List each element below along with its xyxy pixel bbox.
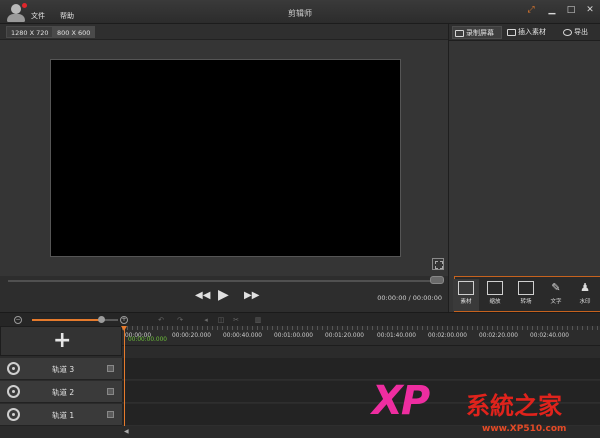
ruler-tick: 00:00:40.000 [223,333,262,339]
image-icon [507,29,516,36]
tab-record-screen[interactable]: 录制屏幕 [452,26,502,39]
undo-icon[interactable]: ↶ [157,316,165,324]
video-preview-screen [50,59,401,257]
lock-icon[interactable] [107,365,114,372]
progress-bar[interactable] [8,280,440,282]
split-icon[interactable]: ◂ [202,316,210,324]
film-reel-icon [7,385,20,398]
tool-transition[interactable]: 转场 [513,279,539,311]
transition-icon [518,281,534,295]
time-display: 00:00:00 / 00:00:00 [377,294,442,302]
ruler-tick: 00:01:40.000 [377,333,416,339]
track-header-3[interactable]: 轨道 3 [0,358,122,380]
zoom-slider-knob[interactable] [98,316,105,323]
maximize-button[interactable]: □ [564,4,578,16]
film-reel-icon [7,362,20,375]
delete-icon[interactable]: ▥ [254,316,262,324]
track-name: 轨道 2 [52,388,75,397]
zoom-frame-icon [487,281,503,295]
rewind-icon[interactable]: ◀◀ [195,290,210,301]
tool-text[interactable]: ✎ 文字 [543,279,569,311]
pen-icon: ✎ [551,281,561,294]
tab-insert-material[interactable]: 插入素材 [505,26,555,39]
ruler-tick: 00:01:00.000 [274,333,313,339]
tab-export[interactable]: 导出 [561,26,599,39]
camera-icon [455,30,464,37]
tool-watermark-label: 水印 [579,299,591,305]
cut-icon[interactable]: ✂ [232,316,240,324]
camera-icon [458,281,474,295]
right-tabs: 录制屏幕 插入素材 导出 [449,24,600,41]
ruler-tick: 00:01:20.000 [325,333,364,339]
ruler-tick: 00:00:20.000 [172,333,211,339]
gear-icon [563,29,572,36]
resolution-1280x720-button[interactable]: 1280 X 720 [6,26,54,38]
restore-icon[interactable]: ⤢ [524,4,538,16]
minimize-button[interactable]: ▁ [545,4,559,16]
play-icon[interactable]: ▶ [218,287,229,303]
playback-controls: ◀◀ ▶ ▶▶ 00:00:00 / 00:00:00 [0,276,448,312]
close-button[interactable]: ✕ [583,4,597,16]
fullscreen-icon[interactable] [432,258,444,270]
timeline-ruler[interactable]: 00:00:00 00:00:00.000 00:00:20.000 00:00… [122,326,600,346]
lock-icon[interactable] [107,388,114,395]
tool-zoom[interactable]: 缩放 [482,279,508,311]
ruler-tick: 00:02:40.000 [530,333,569,339]
tool-transition-label: 转场 [520,299,532,305]
tab-insert-label: 插入素材 [518,28,546,36]
playhead[interactable] [121,326,127,426]
resolution-bar: 1280 X 720 800 X 600 [0,24,448,40]
progress-handle[interactable] [430,276,444,284]
track-name: 轨道 3 [52,365,75,374]
ruler-tick: 00:02:20.000 [479,333,518,339]
stamp-icon: ♟ [580,281,590,294]
redo-icon[interactable]: ↷ [176,316,184,324]
watermark-xp-logo: XP [372,378,430,424]
title-bar: 文件 帮助 剪辑师 ⤢ ▁ □ ✕ [0,0,600,24]
app-title: 剪辑师 [288,9,312,18]
ruler-tick: 00:02:00.000 [428,333,467,339]
preview-area [0,40,448,276]
tab-export-label: 导出 [574,28,588,36]
film-reel-icon [7,408,20,421]
tool-material-label: 素材 [460,299,472,305]
add-track-area: + [0,326,122,356]
add-track-button[interactable]: + [53,329,71,353]
tool-watermark[interactable]: ♟ 水印 [572,279,598,311]
track-name: 轨道 1 [52,411,75,420]
timeline-toolbar: − + ↶ ↷ ◂ ◫ ✂ ▥ [0,312,600,326]
current-time-label: 00:00:00.000 [128,337,167,343]
zoom-in-icon[interactable]: + [120,316,128,324]
tab-record-label: 录制屏幕 [466,29,494,37]
watermark-url: www.XP510.com [482,424,567,434]
tool-panel: 素材 缩放 转场 ✎ 文字 ♟ 水印 [453,276,600,312]
tool-zoom-label: 缩放 [489,299,501,305]
tool-text-label: 文字 [550,299,562,305]
scroll-left-icon[interactable]: ◀ [124,428,129,435]
zoom-slider[interactable] [32,316,118,323]
crop-icon[interactable]: ◫ [217,316,225,324]
track-lane-3[interactable] [122,358,600,380]
site-watermark: XP 系統之家 www.XP510.com [372,378,598,438]
fast-forward-icon[interactable]: ▶▶ [244,290,259,301]
lock-icon[interactable] [107,411,114,418]
zoom-out-icon[interactable]: − [14,316,22,324]
watermark-brand: 系統之家 [466,392,562,420]
tool-material[interactable]: 素材 [453,279,479,311]
resolution-800x600-button[interactable]: 800 X 600 [52,26,96,38]
track-header-1[interactable]: 轨道 1 [0,404,122,426]
right-panel: 录制屏幕 插入素材 导出 素材 缩放 转场 ✎ 文字 ♟ 水印 [448,24,600,312]
track-header-2[interactable]: 轨道 2 [0,381,122,403]
